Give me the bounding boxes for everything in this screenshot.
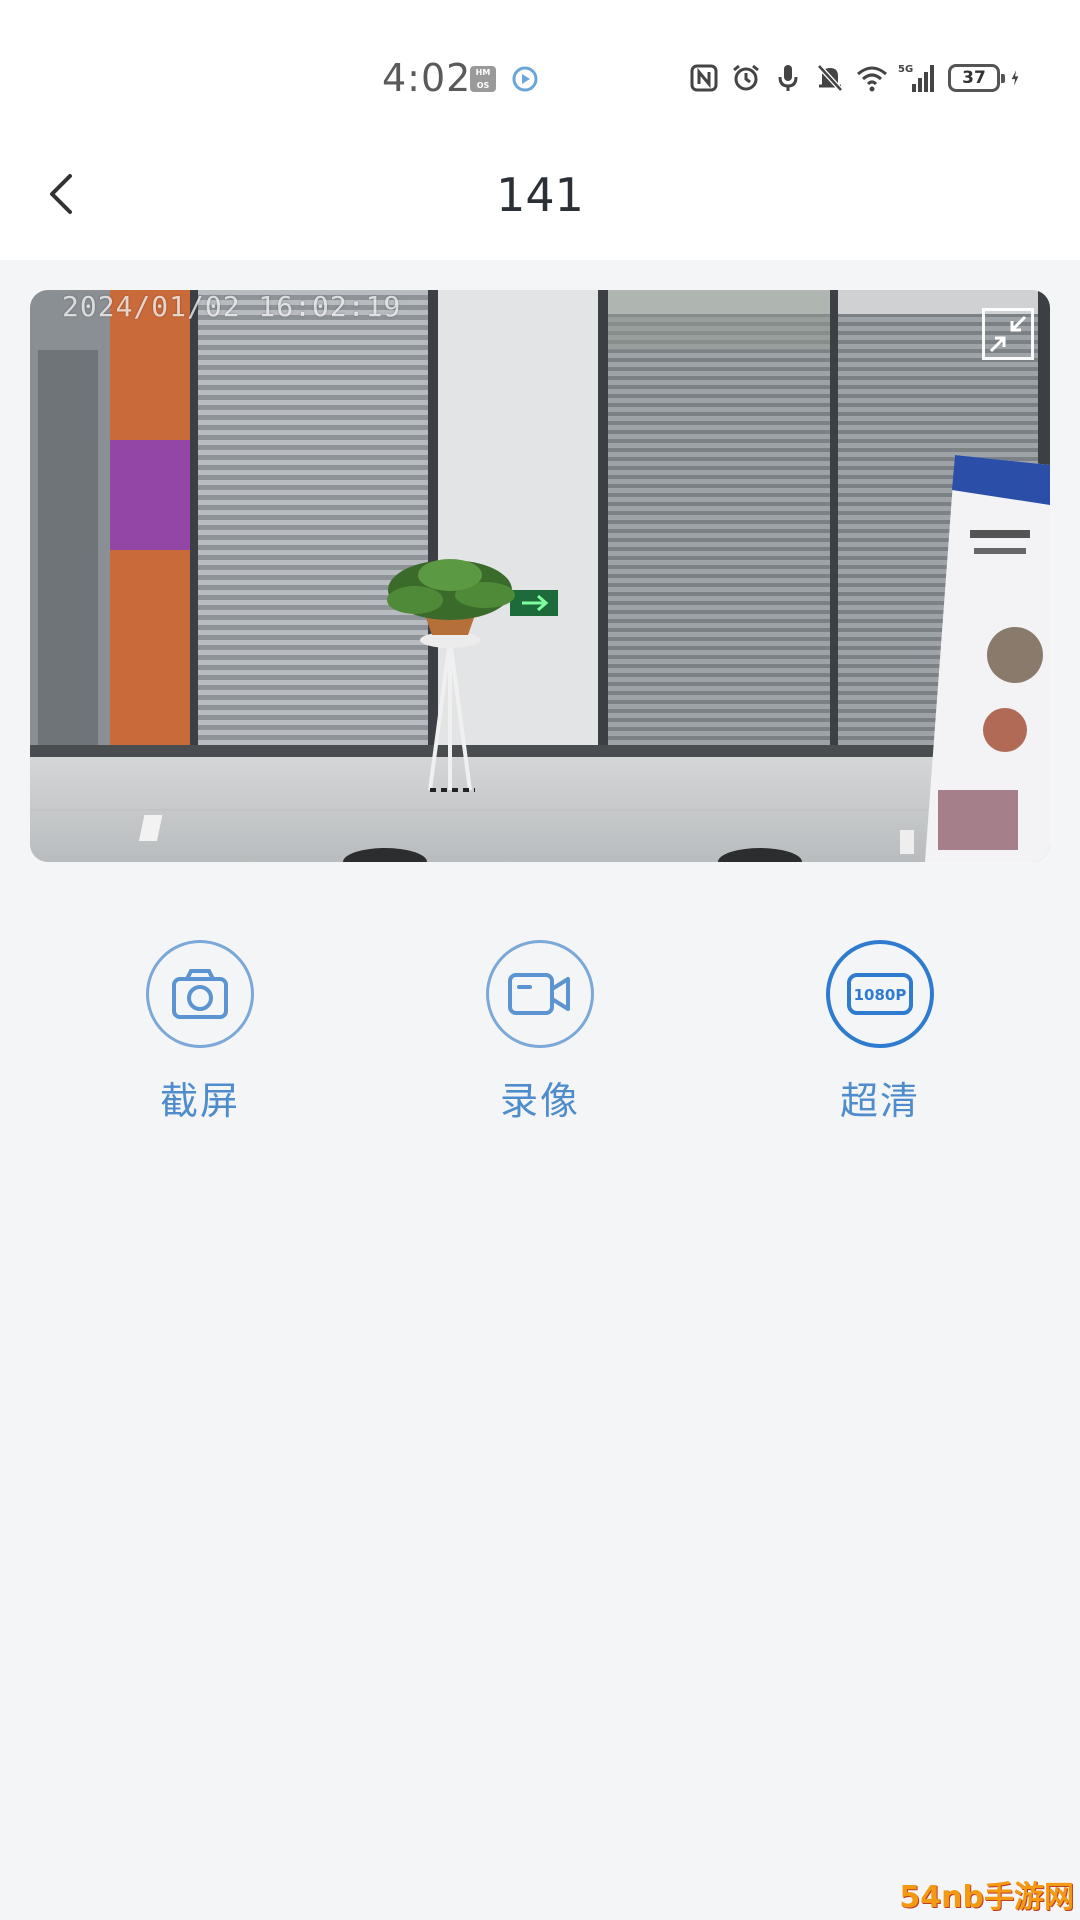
media-play-icon xyxy=(512,66,538,92)
screenshot-label: 截屏 xyxy=(159,1079,240,1123)
1080p-icon: 1080P xyxy=(826,940,934,1048)
hmos-icon: HM OS xyxy=(470,66,496,92)
quality-button[interactable]: 1080P 超清 xyxy=(780,940,980,1125)
wifi-icon xyxy=(857,66,887,92)
player-controls: 截屏 录像 1080P 超清 xyxy=(0,940,1080,1140)
page-title: 141 xyxy=(496,168,584,222)
record-button[interactable]: 录像 xyxy=(440,940,640,1125)
alarm-icon xyxy=(733,64,759,91)
status-icons: 5G 37 xyxy=(688,58,1028,98)
status-time: 4:02 xyxy=(382,56,472,100)
video-player[interactable]: 2024/01/02 16:02:19 xyxy=(30,290,1050,862)
nfc-icon xyxy=(690,64,718,92)
quality-label: 超清 xyxy=(839,1079,920,1123)
signal-label: 5G xyxy=(898,64,913,75)
video-timestamp: 2024/01/02 16:02:19 xyxy=(62,290,402,323)
camera-feed-image xyxy=(30,290,1050,862)
screenshot-button[interactable]: 截屏 xyxy=(100,940,300,1125)
status-bar: 4:02 HM OS 5G 37 xyxy=(0,0,1080,150)
video-camera-icon xyxy=(486,940,594,1048)
camera-icon xyxy=(146,940,254,1048)
quality-icon-text: 1080P xyxy=(854,986,907,1004)
battery-indicator: 37 xyxy=(948,64,1005,92)
mute-bell-icon xyxy=(817,64,843,92)
record-label: 录像 xyxy=(499,1079,580,1123)
signal-5g-icon: 5G xyxy=(898,64,934,92)
site-watermark: 54nb手游网 xyxy=(899,1880,1074,1915)
charging-icon xyxy=(1011,70,1019,86)
mic-icon xyxy=(778,65,798,91)
nav-header: 141 xyxy=(0,150,1080,260)
exit-fullscreen-icon[interactable] xyxy=(982,308,1034,360)
